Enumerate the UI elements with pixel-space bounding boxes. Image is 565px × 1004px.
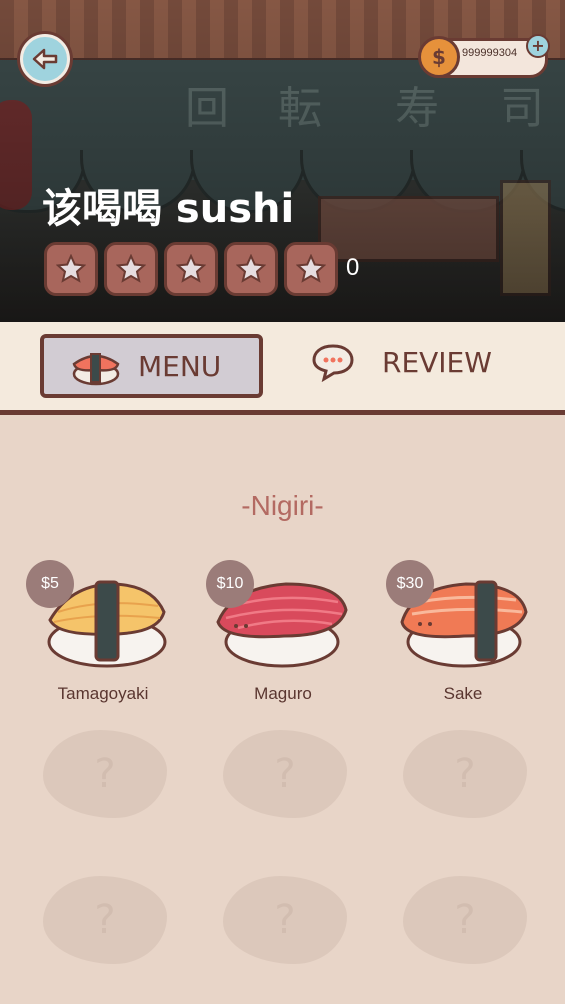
star-icon xyxy=(104,242,158,296)
price-badge: $30 xyxy=(386,560,434,608)
add-coins-button[interactable]: + xyxy=(526,34,550,58)
locked-item-slot[interactable]: ? xyxy=(403,876,527,964)
price-badge: $10 xyxy=(206,560,254,608)
arrow-left-icon xyxy=(32,48,58,70)
tab-menu-label: MENU xyxy=(138,349,222,383)
back-button[interactable] xyxy=(20,34,70,84)
locked-item-slot[interactable]: ? xyxy=(223,730,347,818)
star-rating xyxy=(44,242,338,296)
section-title: -Nigiri- xyxy=(241,490,324,521)
coin-icon: $ xyxy=(418,36,460,78)
tab-review-label: REVIEW xyxy=(382,345,492,379)
coin-amount: 999999304 xyxy=(462,47,518,59)
item-name: Tamagoyaki xyxy=(57,684,149,703)
item-name: Maguro xyxy=(254,684,312,703)
locked-item-slot[interactable]: ? xyxy=(403,730,527,818)
star-icon xyxy=(284,242,338,296)
star-icon xyxy=(164,242,218,296)
menu-item[interactable]: $10 Maguro xyxy=(206,560,358,706)
shop-name: 该喝喝 sushi xyxy=(42,186,295,232)
item-name: Sake xyxy=(443,684,483,703)
menu-item[interactable]: $5 Tamagoyaki xyxy=(26,560,178,706)
star-icon xyxy=(224,242,278,296)
speech-bubble-icon xyxy=(312,344,354,382)
tab-menu[interactable]: MENU xyxy=(40,334,263,398)
sushi-icon xyxy=(72,353,120,386)
locked-item-slot[interactable]: ? xyxy=(223,876,347,964)
locked-item-slot[interactable]: ? xyxy=(43,730,167,818)
price-badge: $5 xyxy=(26,560,74,608)
rating-count: 0 xyxy=(346,254,360,281)
menu-item[interactable]: $30 Sake xyxy=(386,560,538,706)
locked-item-slot[interactable]: ? xyxy=(43,876,167,964)
tab-review[interactable]: REVIEW xyxy=(306,334,521,390)
star-icon xyxy=(44,242,98,296)
